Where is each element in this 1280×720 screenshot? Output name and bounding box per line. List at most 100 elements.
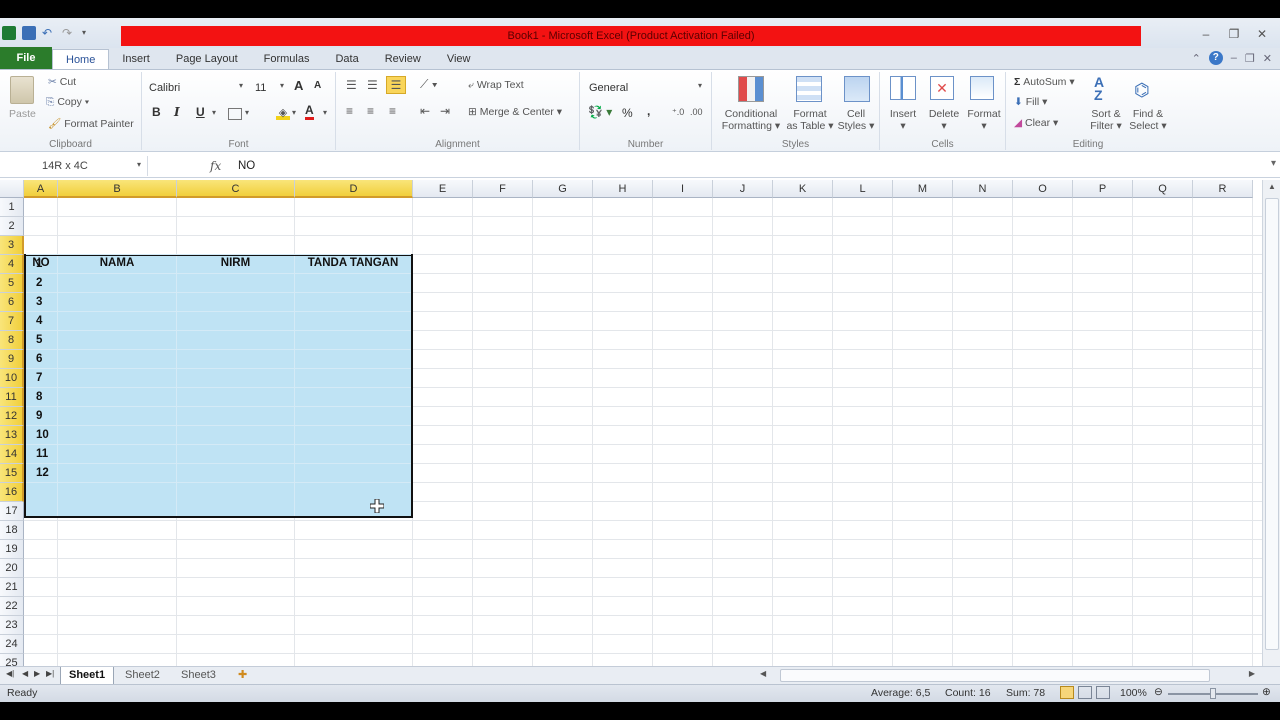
format-painter-button[interactable]: 🖌 Format Painter <box>48 117 134 130</box>
sheet-tab-sheet3[interactable]: Sheet3 <box>173 667 224 684</box>
selected-range[interactable] <box>24 254 413 518</box>
row-header-7[interactable]: 7 <box>0 312 24 331</box>
borders-dropdown-icon[interactable]: ▾ <box>245 108 249 117</box>
italic-button[interactable]: I <box>174 105 180 119</box>
conditional-formatting-button[interactable]: Conditional Formatting ▾ <box>716 108 786 132</box>
font-color-icon[interactable]: A <box>305 103 314 120</box>
cell-no[interactable]: 8 <box>36 391 42 403</box>
cell-styles-button[interactable]: Cell Styles ▾ <box>836 108 876 132</box>
insert-cells-icon[interactable] <box>890 76 916 100</box>
row-header-4[interactable]: 4 <box>0 255 24 274</box>
sheet-tab-sheet2[interactable]: Sheet2 <box>117 667 168 684</box>
row-header-2[interactable]: 2 <box>0 217 24 236</box>
tab-home[interactable]: Home <box>52 49 110 69</box>
cell-no[interactable]: 4 <box>36 315 42 327</box>
zoom-level[interactable]: 100% <box>1120 687 1147 699</box>
column-header-n[interactable]: N <box>953 180 1013 198</box>
conditional-formatting-icon[interactable] <box>738 76 764 102</box>
currency-icon[interactable]: 💱 ▾ <box>588 105 612 119</box>
column-header-o[interactable]: O <box>1013 180 1073 198</box>
cell-styles-icon[interactable] <box>844 76 870 102</box>
font-size-select[interactable]: 11 <box>250 78 280 96</box>
header-nama[interactable]: NAMA <box>58 257 176 269</box>
row-header-16[interactable]: 16 <box>0 483 24 502</box>
customize-qat-icon[interactable]: ▾ <box>82 26 96 40</box>
increase-decimal-icon[interactable]: ⁺.0 <box>672 107 684 118</box>
row-header-22[interactable]: 22 <box>0 597 24 616</box>
insert-cells-button[interactable]: Insert ▾ <box>884 108 922 132</box>
close-button[interactable]: ✕ <box>1250 26 1274 42</box>
row-header-13[interactable]: 13 <box>0 426 24 445</box>
align-right-icon[interactable]: ≡ <box>389 104 396 118</box>
row-header-17[interactable]: 17 <box>0 502 24 521</box>
cell-no[interactable]: 9 <box>36 410 42 422</box>
comma-button[interactable]: , <box>647 104 650 118</box>
cell-no[interactable]: 1 <box>36 258 42 270</box>
underline-dropdown-icon[interactable]: ▾ <box>212 108 216 117</box>
column-header-f[interactable]: F <box>473 180 533 198</box>
header-tanda-tangan[interactable]: TANDA TANGAN <box>295 257 411 269</box>
zoom-in-icon[interactable]: ⊕ <box>1262 686 1271 698</box>
tab-file[interactable]: File <box>0 47 52 69</box>
cell-no[interactable]: 7 <box>36 372 42 384</box>
tab-data[interactable]: Data <box>322 49 371 69</box>
column-header-e[interactable]: E <box>413 180 473 198</box>
row-header-24[interactable]: 24 <box>0 635 24 654</box>
shrink-font-icon[interactable]: A <box>314 80 321 91</box>
increase-indent-icon[interactable]: ⇥ <box>440 104 450 118</box>
column-header-k[interactable]: K <box>773 180 833 198</box>
align-bottom-icon[interactable]: ☰ <box>386 76 406 94</box>
worksheet-grid[interactable]: ABCDEFGHIJKLMNOPQR 1 2 3 4 5 6 7 8 9 10 11 12 13 14 15… <box>0 180 1262 685</box>
formula-input[interactable]: NO <box>238 156 255 176</box>
find-select-button[interactable]: Find & Select ▾ <box>1126 108 1170 132</box>
row-header-3[interactable]: 3 <box>0 236 24 255</box>
delete-cells-button[interactable]: Delete ▾ <box>924 108 964 132</box>
decrease-decimal-icon[interactable]: .00 <box>690 107 703 117</box>
tab-formulas[interactable]: Formulas <box>251 49 323 69</box>
horizontal-scroll-thumb[interactable] <box>780 669 1210 682</box>
fill-color-dropdown-icon[interactable]: ▾ <box>292 108 296 117</box>
cell-no[interactable]: 10 <box>36 429 49 441</box>
tab-page-layout[interactable]: Page Layout <box>163 49 251 69</box>
save-icon[interactable] <box>22 26 36 40</box>
last-sheet-arrow-icon[interactable]: ▶| <box>46 669 54 678</box>
tab-review[interactable]: Review <box>372 49 434 69</box>
cell-no[interactable]: 11 <box>36 448 48 460</box>
tab-insert[interactable]: Insert <box>109 49 163 69</box>
horizontal-scrollbar[interactable]: ◀ ▶ <box>760 669 1255 683</box>
column-header-m[interactable]: M <box>893 180 953 198</box>
format-as-table-icon[interactable] <box>796 76 822 102</box>
row-header-23[interactable]: 23 <box>0 616 24 635</box>
grow-font-icon[interactable]: A <box>294 78 303 93</box>
align-center-icon[interactable]: ≡ <box>367 104 374 118</box>
scroll-left-arrow-icon[interactable]: ◀ <box>760 669 766 678</box>
format-as-table-button[interactable]: Format as Table ▾ <box>784 108 836 132</box>
select-all-corner[interactable] <box>0 180 24 198</box>
cut-button[interactable]: ✂ Cut <box>48 76 76 88</box>
row-header-20[interactable]: 20 <box>0 559 24 578</box>
font-size-dropdown-icon[interactable]: ▾ <box>280 81 284 90</box>
paste-label[interactable]: Paste <box>9 108 36 120</box>
number-format-select[interactable]: General <box>584 78 704 96</box>
vertical-scroll-thumb[interactable] <box>1265 198 1279 650</box>
font-color-dropdown-icon[interactable]: ▾ <box>323 108 327 117</box>
number-format-dropdown-icon[interactable]: ▾ <box>698 81 702 90</box>
header-nirm[interactable]: NIRM <box>177 257 294 269</box>
underline-button[interactable]: U <box>196 105 205 119</box>
row-header-9[interactable]: 9 <box>0 350 24 369</box>
row-header-10[interactable]: 10 <box>0 369 24 388</box>
scroll-up-arrow-icon[interactable]: ▲ <box>1265 180 1279 194</box>
page-break-view-icon[interactable] <box>1096 686 1110 699</box>
insert-function-icon[interactable]: fx <box>210 156 221 176</box>
cell-no[interactable]: 2 <box>36 277 42 289</box>
percent-button[interactable]: % <box>622 106 633 120</box>
next-sheet-arrow-icon[interactable]: ▶ <box>34 669 40 678</box>
column-header-q[interactable]: Q <box>1133 180 1193 198</box>
row-header-8[interactable]: 8 <box>0 331 24 350</box>
borders-icon[interactable] <box>228 108 242 120</box>
align-left-icon[interactable]: ≡ <box>346 104 353 118</box>
column-header-r[interactable]: R <box>1193 180 1253 198</box>
wrap-text-button[interactable]: ⤶ Wrap Text <box>468 79 524 92</box>
row-header-18[interactable]: 18 <box>0 521 24 540</box>
help-icon[interactable]: ? <box>1208 51 1223 65</box>
